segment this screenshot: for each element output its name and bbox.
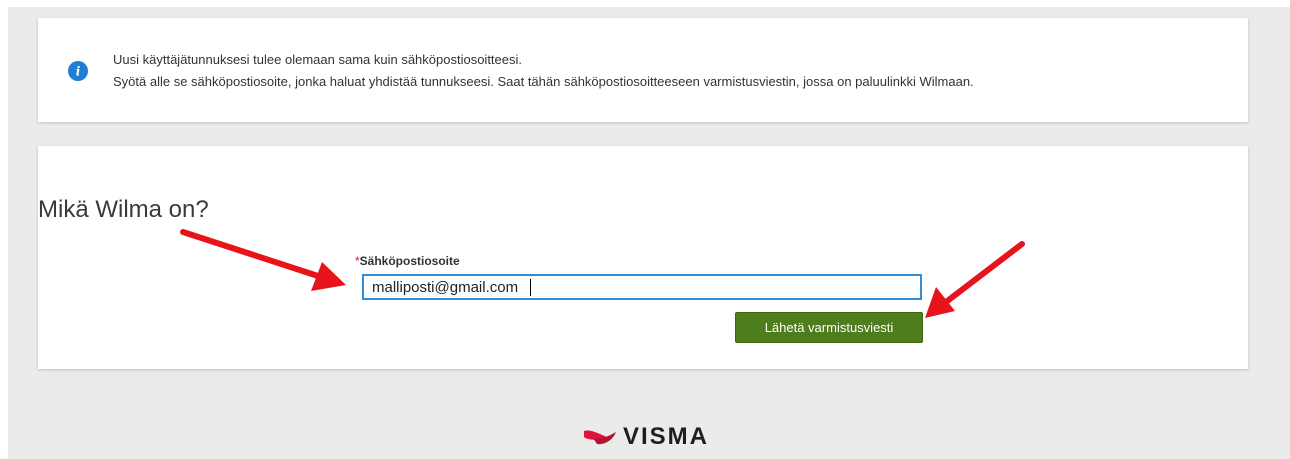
form-card: Mikä Wilma on? *Sähköpostiosoite Lähetä … [38, 146, 1248, 369]
visma-wordmark: VISMA [623, 423, 710, 450]
visma-logo-icon [584, 430, 616, 445]
visma-logo: VISMA [583, 423, 710, 450]
info-message: Uusi käyttäjätunnuksesi tulee olemaan sa… [113, 49, 974, 93]
info-line-2: Syötä alle se sähköpostiosoite, jonka ha… [113, 74, 974, 89]
page-title: Mikä Wilma on? [38, 196, 209, 223]
info-card: i Uusi käyttäjätunnuksesi tulee olemaan … [38, 18, 1248, 122]
text-caret [530, 279, 531, 296]
send-verification-button[interactable]: Lähetä varmistusviesti [735, 312, 923, 343]
email-label-text: Sähköpostiosoite [359, 254, 460, 268]
info-line-1: Uusi käyttäjätunnuksesi tulee olemaan sa… [113, 52, 523, 67]
info-icon: i [68, 61, 88, 81]
email-field-label: *Sähköpostiosoite [355, 254, 460, 268]
email-field[interactable] [362, 274, 922, 300]
svg-text:i: i [76, 65, 81, 79]
